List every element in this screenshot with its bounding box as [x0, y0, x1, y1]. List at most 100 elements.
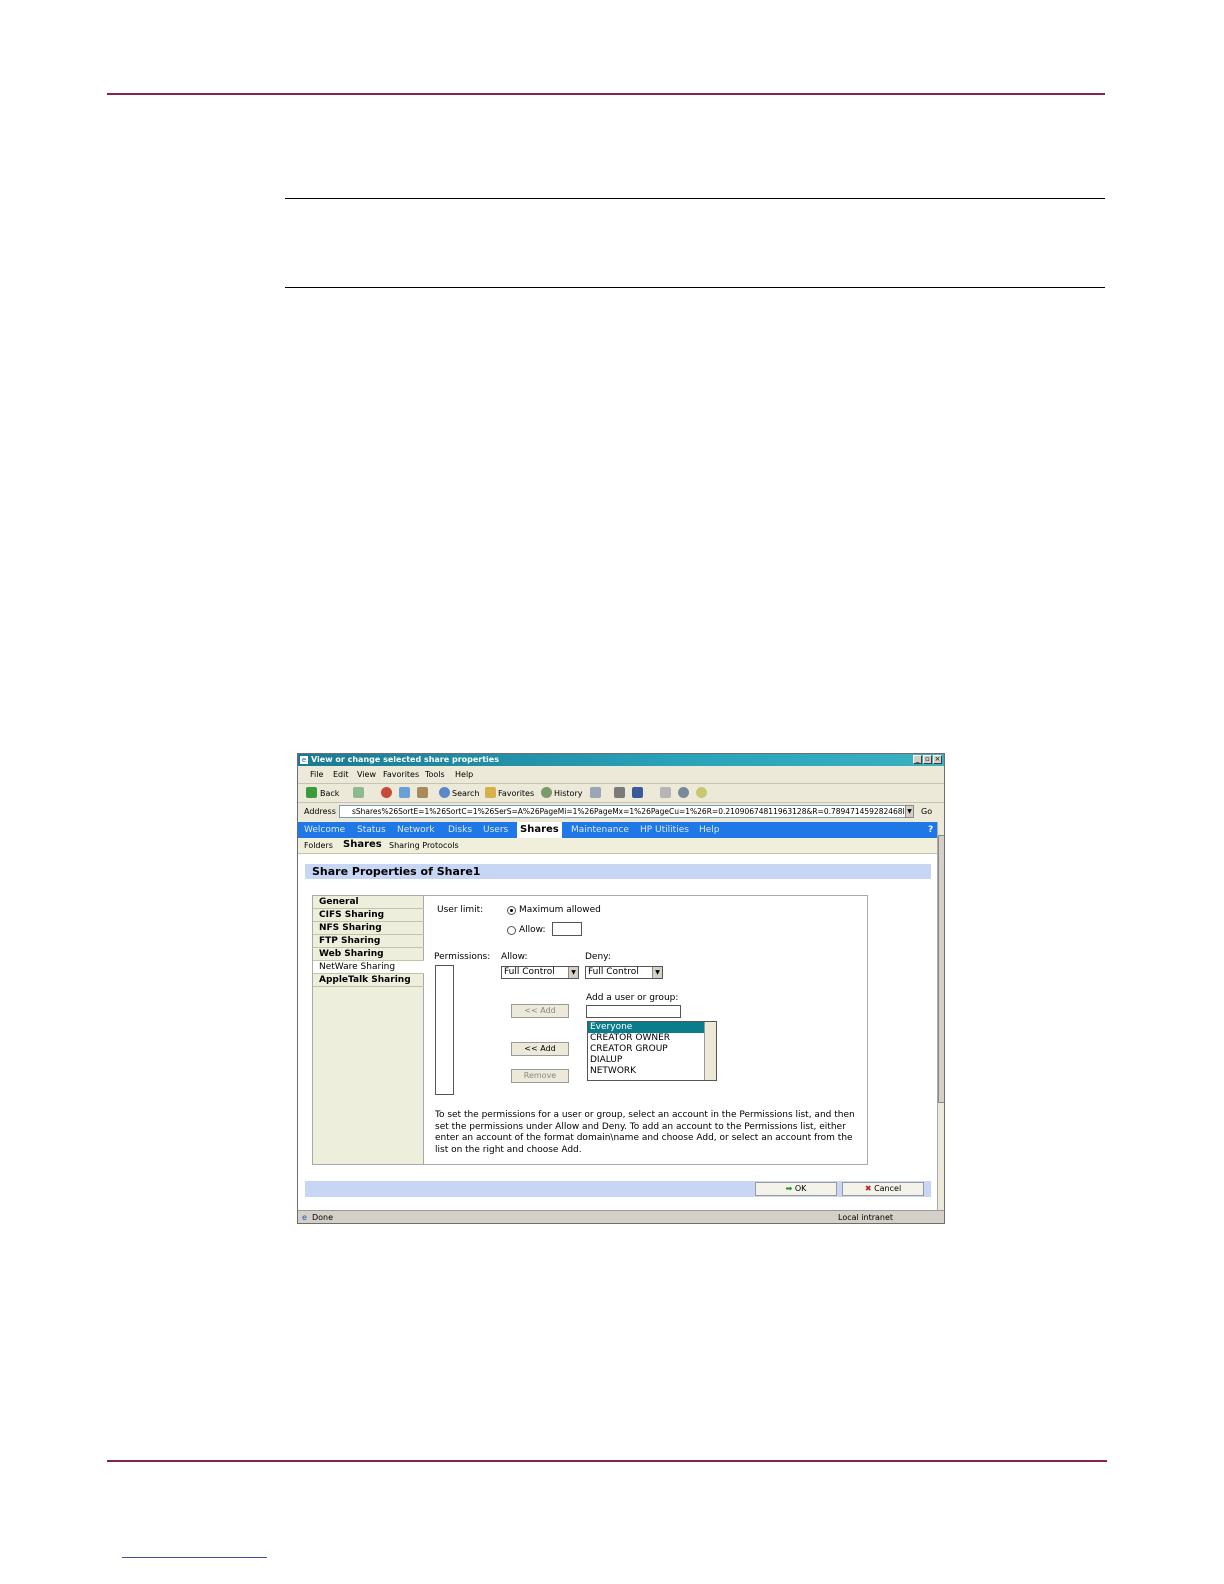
- help-text: To set the permissions for a user or gro…: [435, 1110, 855, 1155]
- vertical-scrollbar[interactable]: [937, 822, 944, 1210]
- tab-welcome[interactable]: Welcome: [304, 825, 345, 835]
- menu-edit[interactable]: Edit: [333, 770, 349, 779]
- allow-count-input[interactable]: [552, 922, 582, 936]
- note-bottom-rule: [285, 287, 1105, 288]
- tab-help[interactable]: Help: [699, 825, 720, 835]
- note-top-rule: [285, 198, 1105, 199]
- sidebar-item-general[interactable]: General: [313, 896, 424, 909]
- subtab-sharing-protocols[interactable]: Sharing Protocols: [389, 841, 459, 850]
- window-title: View or change selected share properties: [311, 755, 499, 764]
- stop-icon[interactable]: [381, 787, 392, 798]
- deny-column-label: Deny:: [585, 952, 611, 962]
- scroll-thumb[interactable]: [938, 835, 944, 1103]
- address-dropdown-icon[interactable]: ▼: [905, 805, 914, 818]
- sidebar-item-appletalk[interactable]: AppleTalk Sharing: [313, 974, 424, 987]
- deny-select-value: Full Control: [588, 967, 639, 977]
- menu-favorites[interactable]: Favorites: [383, 770, 419, 779]
- sidebar-item-netware[interactable]: NetWare Sharing: [313, 961, 424, 974]
- sidebar-item-cifs[interactable]: CIFS Sharing: [313, 909, 424, 922]
- address-input[interactable]: sShares%26SortE=1%26SortC=1%26SerS=A%26P…: [339, 805, 913, 818]
- protocol-sidebar: General CIFS Sharing NFS Sharing FTP Sha…: [313, 896, 424, 1164]
- search-button[interactable]: Search: [452, 789, 479, 798]
- list-item[interactable]: NETWORK: [588, 1066, 716, 1077]
- remove-button[interactable]: Remove: [511, 1069, 569, 1083]
- refresh-icon[interactable]: [399, 787, 410, 798]
- title-bar: e View or change selected share properti…: [298, 754, 944, 766]
- home-icon[interactable]: [417, 787, 428, 798]
- add-user-input[interactable]: [586, 1005, 681, 1018]
- help-question-icon[interactable]: ?: [928, 825, 933, 835]
- menu-help[interactable]: Help: [455, 770, 473, 779]
- action-bar: ➡ OK ✖ Cancel: [305, 1181, 931, 1197]
- back-button[interactable]: Back: [320, 789, 339, 798]
- print-icon[interactable]: [614, 787, 625, 798]
- add-button-disabled[interactable]: << Add: [511, 1004, 569, 1018]
- tab-users[interactable]: Users: [483, 825, 508, 835]
- sidebar-item-web[interactable]: Web Sharing: [313, 948, 424, 961]
- tab-status[interactable]: Status: [357, 825, 386, 835]
- ie-page-icon: e: [302, 1213, 307, 1222]
- max-allowed-label: Maximum allowed: [519, 905, 601, 915]
- permissions-label: Permissions:: [434, 952, 491, 962]
- ok-arrow-icon: ➡: [785, 1184, 793, 1193]
- deny-select[interactable]: Full Control ▼: [585, 966, 663, 979]
- add-button[interactable]: << Add: [511, 1042, 569, 1056]
- subtab-shares[interactable]: Shares: [343, 839, 382, 850]
- list-scrollbar[interactable]: [704, 1022, 716, 1080]
- page-title: Share Properties of Share1: [312, 865, 481, 878]
- cancel-x-icon: ✖: [864, 1184, 872, 1193]
- edit-icon[interactable]: [632, 787, 643, 798]
- add-user-label: Add a user or group:: [586, 993, 679, 1003]
- research-icon[interactable]: [696, 787, 707, 798]
- page-bottom-rule: [107, 1460, 1107, 1462]
- chevron-down-icon: ▼: [652, 967, 662, 978]
- chevron-down-icon: ▼: [568, 967, 578, 978]
- allow-column-label: Allow:: [501, 952, 528, 962]
- cancel-label: Cancel: [874, 1184, 902, 1193]
- minimize-button[interactable]: _: [913, 755, 922, 764]
- tab-maintenance[interactable]: Maintenance: [571, 825, 629, 835]
- allow-select[interactable]: Full Control ▼: [501, 966, 579, 979]
- address-bar: Address sShares%26SortE=1%26SortC=1%26Se…: [298, 803, 944, 821]
- user-limit-label: User limit:: [437, 905, 484, 915]
- browser-window: e View or change selected share properti…: [297, 753, 945, 1224]
- menu-view[interactable]: View: [357, 770, 376, 779]
- cancel-button[interactable]: ✖ Cancel: [842, 1182, 924, 1196]
- toolbar: Back Search Favorites History: [298, 784, 944, 803]
- max-allowed-radio[interactable]: [507, 906, 516, 915]
- address-label: Address: [304, 807, 336, 816]
- favorites-icon: [485, 787, 496, 798]
- list-item[interactable]: CREATOR OWNER: [588, 1033, 716, 1044]
- menu-bar: File Edit View Favorites Tools Help: [298, 767, 944, 784]
- list-item[interactable]: CREATOR GROUP: [588, 1044, 716, 1055]
- discuss-icon[interactable]: [660, 787, 671, 798]
- tab-network[interactable]: Network: [397, 825, 435, 835]
- mail-icon[interactable]: [590, 787, 601, 798]
- tab-shares[interactable]: Shares: [517, 822, 562, 838]
- zone-text: Local intranet: [838, 1213, 894, 1222]
- close-button[interactable]: ×: [933, 755, 942, 764]
- allow-radio[interactable]: [507, 926, 516, 935]
- favorites-button[interactable]: Favorites: [498, 789, 534, 798]
- list-item[interactable]: DIALUP: [588, 1055, 716, 1066]
- tab-disks[interactable]: Disks: [448, 825, 472, 835]
- sidebar-item-nfs[interactable]: NFS Sharing: [313, 922, 424, 935]
- user-group-list[interactable]: Everyone CREATOR OWNER CREATOR GROUP DIA…: [587, 1021, 717, 1081]
- tab-hp-utilities[interactable]: HP Utilities: [640, 825, 689, 835]
- sidebar-item-ftp[interactable]: FTP Sharing: [313, 935, 424, 948]
- restore-button[interactable]: ▫: [923, 755, 932, 764]
- ok-button[interactable]: ➡ OK: [755, 1182, 837, 1196]
- menu-tools[interactable]: Tools: [425, 770, 445, 779]
- messenger-icon[interactable]: [678, 787, 689, 798]
- permissions-list[interactable]: [435, 965, 454, 1095]
- sub-nav: Folders Shares Sharing Protocols: [298, 838, 937, 854]
- menu-file[interactable]: File: [310, 770, 323, 779]
- allow-label: Allow:: [519, 925, 546, 935]
- main-nav: Welcome Status Network Disks Users Share…: [298, 822, 937, 838]
- forward-arrow-icon[interactable]: [353, 787, 364, 798]
- history-button[interactable]: History: [554, 789, 582, 798]
- history-icon: [541, 787, 552, 798]
- go-button[interactable]: Go: [921, 807, 932, 816]
- subtab-folders[interactable]: Folders: [304, 841, 333, 850]
- list-item[interactable]: Everyone: [588, 1022, 707, 1033]
